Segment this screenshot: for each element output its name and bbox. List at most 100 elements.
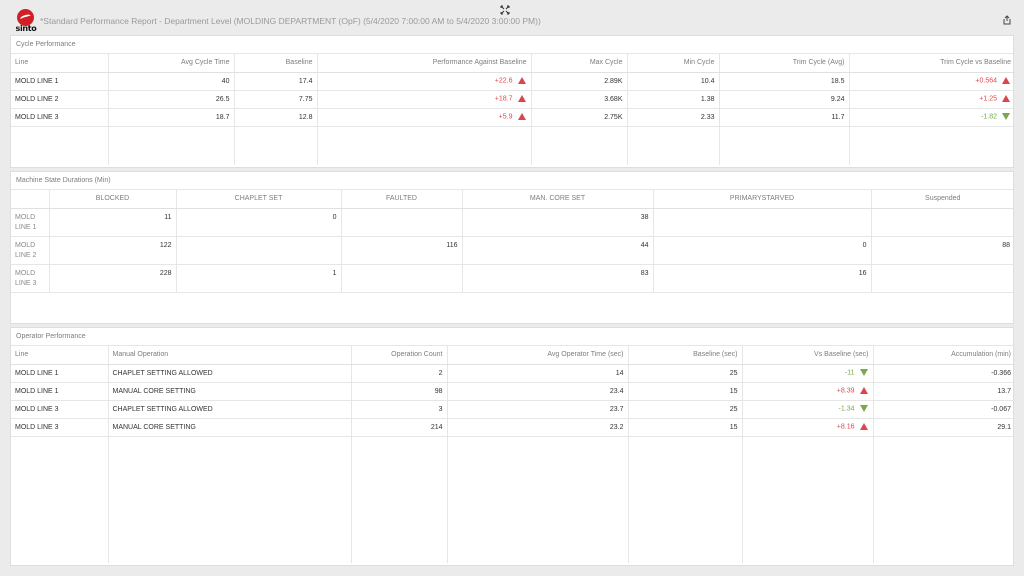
cell-blocked: 228 [48, 264, 176, 293]
report-header: sinto *Standard Performance Report - Dep… [0, 0, 1024, 34]
cell-perf: +18.7 [316, 90, 531, 109]
cell-avg-time: 14 [446, 364, 628, 383]
cell-starved: 0 [652, 236, 871, 265]
perf-value: +18.7 [494, 95, 513, 103]
cell-suspended [870, 208, 1014, 237]
cell-vs: +8.39 [741, 382, 873, 401]
cell-line: MOLD LINE 2 [11, 90, 108, 109]
table-row[interactable]: MOLD LINE 3 CHAPLET SETTING ALLOWED 3 23… [11, 400, 1015, 419]
table-row[interactable]: MOLD LINE 2 122 116 44 0 88 [11, 236, 1014, 265]
triangle-down-icon [859, 369, 868, 377]
trim-vs-value: -1.82 [981, 113, 997, 121]
row-header: MOLD LINE 2 [11, 236, 49, 265]
table-row[interactable]: MOLD LINE 3 MANUAL CORE SETTING 214 23.2… [11, 418, 1015, 437]
panel-title: Operator Performance [11, 328, 1013, 346]
cell-core: 44 [461, 236, 653, 265]
col-baseline[interactable]: Baseline [233, 54, 317, 73]
cell-trim-vs: -1.82 [848, 108, 1015, 127]
table-row[interactable]: MOLD LINE 1 MANUAL CORE SETTING 98 23.4 … [11, 382, 1015, 401]
cell-vs: +8.16 [741, 418, 873, 437]
table-row[interactable]: MOLD LINE 3 18.7 12.8 +5.9 2.75K 2.33 11… [11, 108, 1015, 127]
cell-trim-vs: +1.25 [848, 90, 1015, 109]
panel-title: Machine State Durations (Min) [11, 172, 1013, 190]
col-vs-baseline[interactable]: Vs Baseline (sec) [741, 346, 873, 365]
cell-baseline: 7.75 [233, 90, 317, 109]
cell-operation: CHAPLET SETTING ALLOWED [107, 400, 351, 419]
machine-state-panel: Machine State Durations (Min) BLOCKED CH… [10, 171, 1014, 324]
cell-count: 2 [350, 364, 447, 383]
cell-avg: 40 [107, 72, 234, 91]
cell-baseline: 25 [627, 400, 742, 419]
vs-value: -1.34 [838, 405, 855, 413]
cell-min: 1.38 [626, 90, 719, 109]
cell-chaplet: 1 [175, 264, 341, 293]
table-row[interactable]: MOLD LINE 2 26.5 7.75 +18.7 3.68K 1.38 9… [11, 90, 1015, 109]
operator-performance-table: Line Manual Operation Operation Count Av… [11, 346, 1015, 563]
col-line[interactable]: Line [11, 54, 108, 73]
export-icon[interactable] [1002, 15, 1012, 25]
cell-trim: 9.24 [718, 90, 849, 109]
col-chaplet-set[interactable]: CHAPLET SET [175, 190, 341, 209]
table-row[interactable]: MOLD LINE 1 11 0 38 [11, 208, 1014, 237]
cell-avg: 18.7 [107, 108, 234, 127]
cell-chaplet [175, 236, 341, 265]
vs-value: +8.16 [836, 423, 855, 431]
empty-row [11, 436, 1015, 563]
col-avg-operator-time[interactable]: Avg Operator Time (sec) [446, 346, 628, 365]
cell-avg: 26.5 [107, 90, 234, 109]
col-trim-cycle-vs-baseline[interactable]: Trim Cycle vs Baseline [848, 54, 1015, 73]
operator-performance-panel: Operator Performance Line Manual Operati… [10, 327, 1015, 566]
col-max-cycle[interactable]: Max Cycle [530, 54, 627, 73]
cell-baseline: 17.4 [233, 72, 317, 91]
cell-baseline: 15 [627, 382, 742, 401]
col-operation-count[interactable]: Operation Count [350, 346, 447, 365]
cycle-performance-table: Line Avg Cycle Time Baseline Performance… [11, 54, 1015, 165]
cell-accumulation: -0.067 [872, 400, 1015, 419]
table-row[interactable]: MOLD LINE 1 CHAPLET SETTING ALLOWED 2 14… [11, 364, 1015, 383]
cell-faulted [340, 208, 462, 237]
col-primarystarved[interactable]: PRIMARYSTARVED [652, 190, 871, 209]
cell-line: MOLD LINE 1 [11, 72, 108, 91]
fullscreen-icon[interactable] [500, 5, 510, 15]
col-baseline-sec[interactable]: Baseline (sec) [627, 346, 742, 365]
col-avg-cycle-time[interactable]: Avg Cycle Time [107, 54, 234, 73]
sinto-logo: sinto [14, 9, 38, 33]
cell-min: 2.33 [626, 108, 719, 127]
col-line[interactable]: Line [11, 346, 108, 365]
col-manual-operation[interactable]: Manual Operation [107, 346, 351, 365]
triangle-up-icon [517, 77, 526, 85]
cell-min: 10.4 [626, 72, 719, 91]
cell-avg-time: 23.2 [446, 418, 628, 437]
vs-value: -11 [844, 369, 855, 377]
cell-accumulation: -0.366 [872, 364, 1015, 383]
col-man-core-set[interactable]: MAN. CORE SET [461, 190, 653, 209]
triangle-up-icon [517, 95, 526, 103]
cell-trim: 11.7 [718, 108, 849, 127]
empty-row [11, 126, 1015, 165]
cell-operation: MANUAL CORE SETTING [107, 418, 351, 437]
cell-core: 38 [461, 208, 653, 237]
col-min-cycle[interactable]: Min Cycle [626, 54, 719, 73]
perf-value: +22.6 [494, 77, 513, 85]
cell-baseline: 12.8 [233, 108, 317, 127]
triangle-up-icon [859, 423, 868, 431]
col-accumulation[interactable]: Accumulation (min) [872, 346, 1015, 365]
cell-suspended [870, 264, 1014, 293]
row-header: MOLD LINE 1 [11, 208, 49, 237]
trim-vs-value: +1.25 [979, 95, 997, 103]
triangle-up-icon [1002, 95, 1010, 103]
cell-line: MOLD LINE 1 [11, 382, 108, 401]
cell-blocked: 122 [48, 236, 176, 265]
col-suspended[interactable]: Suspended [870, 190, 1014, 209]
col-performance-against-baseline[interactable]: Performance Against Baseline [316, 54, 531, 73]
cell-faulted [340, 264, 462, 293]
table-row[interactable]: MOLD LINE 1 40 17.4 +22.6 2.89K 10.4 18.… [11, 72, 1015, 91]
table-row[interactable]: MOLD LINE 3 228 1 83 16 [11, 264, 1014, 293]
col-row-header [11, 190, 49, 209]
col-faulted[interactable]: FAULTED [340, 190, 462, 209]
col-blocked[interactable]: BLOCKED [48, 190, 176, 209]
cell-suspended: 88 [870, 236, 1014, 265]
triangle-up-icon [1002, 77, 1010, 85]
vs-value: +8.39 [836, 387, 855, 395]
col-trim-cycle-avg[interactable]: Trim Cycle (Avg) [718, 54, 849, 73]
